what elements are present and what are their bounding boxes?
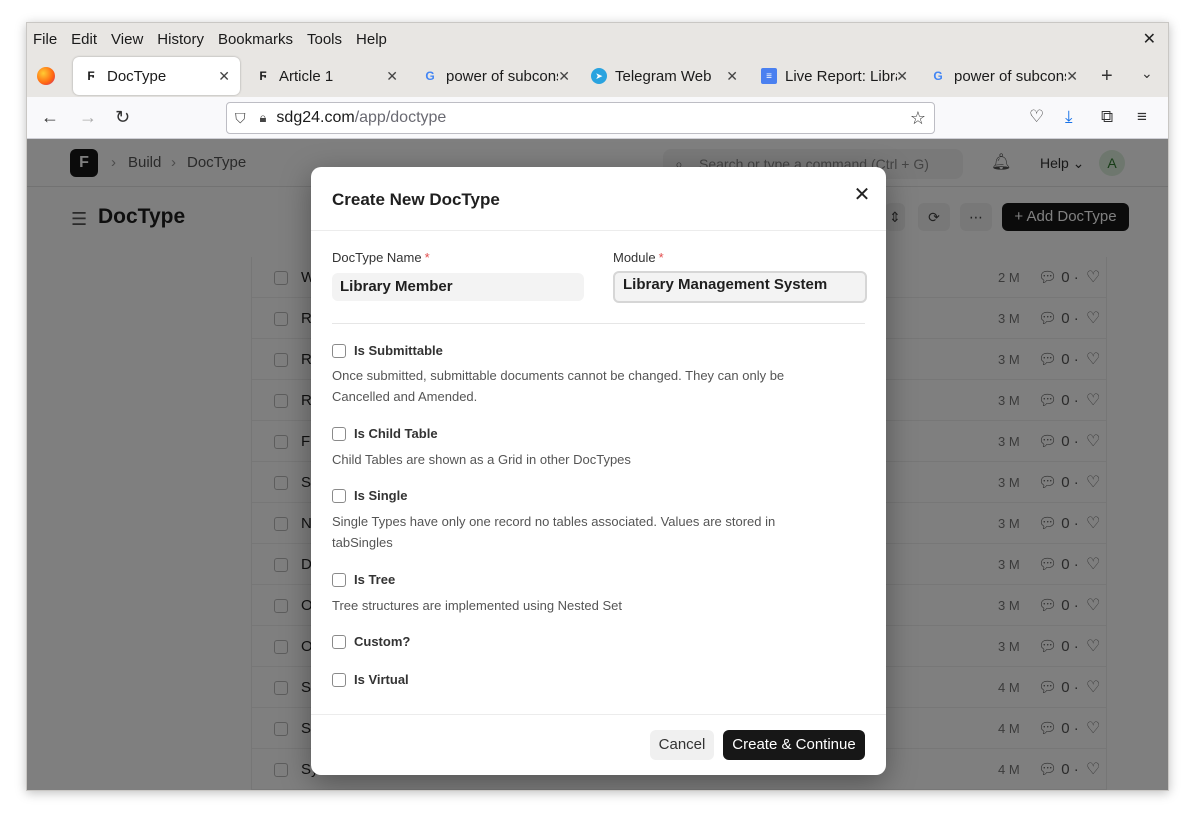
tab-telegram[interactable]: ➤ Telegram Web ✕: [581, 57, 748, 95]
tab-title: DocType: [107, 67, 167, 85]
tab-article[interactable]: Ϝ Article 1 ✕: [245, 57, 408, 95]
is-single-description: Single Types have only one record no tab…: [332, 514, 776, 550]
module-input[interactable]: Library Management System: [613, 271, 867, 303]
close-icon[interactable]: ✕: [850, 183, 874, 207]
shield-icon[interactable]: ⛉: [235, 110, 246, 127]
tab-close-icon[interactable]: ✕: [558, 68, 570, 85]
tab-close-icon[interactable]: ✕: [1066, 68, 1078, 85]
firefox-icon[interactable]: [37, 67, 55, 85]
url-host: sdg24.com: [276, 109, 355, 126]
url-path: /app/doctype: [354, 109, 447, 126]
tab-close-icon[interactable]: ✕: [726, 68, 738, 85]
menu-file[interactable]: File: [33, 31, 57, 48]
doctype-name-label: DocType Name *: [332, 250, 430, 265]
lock-icon[interactable]: 🔒︎: [260, 110, 267, 126]
docs-icon: ≡: [761, 68, 777, 84]
nav-bar: ← → ↻ ⛉ 🔒︎ sdg24.com/app/doctype ☆ ♡ ⤓ ⧉…: [27, 97, 1168, 139]
forward-icon[interactable]: →: [79, 107, 97, 128]
is-child-table-label: Is Child Table: [354, 426, 438, 441]
doctype-name-label-text: DocType Name: [332, 250, 422, 265]
modal-title: Create New DocType: [332, 190, 500, 209]
browser-window: File Edit View History Bookmarks Tools H…: [26, 22, 1169, 791]
is-tree-checkbox[interactable]: [332, 572, 346, 587]
frappe-icon: Ϝ: [259, 69, 267, 83]
is-tree-description: Tree structures are implemented using Ne…: [332, 598, 622, 613]
tab-close-icon[interactable]: ✕: [896, 68, 908, 85]
is-child-table-checkbox[interactable]: [332, 426, 346, 441]
tab-google-search[interactable]: G power of subconscious ✕: [412, 57, 580, 95]
is-virtual-label: Is Virtual: [354, 672, 409, 687]
desktop: File Edit View History Bookmarks Tools H…: [0, 0, 1195, 820]
menu-view[interactable]: View: [111, 31, 143, 48]
is-tree-label: Is Tree: [354, 572, 396, 587]
new-tab-icon[interactable]: +: [1101, 65, 1113, 88]
pocket-icon[interactable]: ♡: [1029, 107, 1044, 127]
required-mark: *: [658, 250, 664, 265]
google-icon: G: [933, 69, 943, 83]
divider: [332, 323, 865, 324]
tab-close-icon[interactable]: ✕: [386, 68, 398, 85]
tab-doctype[interactable]: Ϝ DocType ✕: [73, 57, 240, 95]
tab-title: Live Report: Library: [785, 67, 897, 85]
app-menu-icon[interactable]: ≡: [1137, 107, 1147, 127]
required-mark: *: [424, 250, 430, 265]
menu-history[interactable]: History: [157, 31, 204, 48]
is-submittable-label: Is Submittable: [354, 343, 443, 358]
tab-title: Article 1: [279, 67, 334, 85]
modal-header: Create New DocType ✕: [311, 167, 886, 231]
tab-live-report[interactable]: ≡ Live Report: Library ✕: [751, 57, 918, 95]
module-label: Module *: [613, 250, 664, 265]
frappe-icon: Ϝ: [87, 69, 95, 83]
download-icon[interactable]: ⤓: [1065, 107, 1073, 127]
menu-bookmarks[interactable]: Bookmarks: [218, 31, 293, 48]
is-child-table-option[interactable]: Is Child Table: [332, 426, 438, 441]
is-submittable-checkbox[interactable]: [332, 343, 346, 358]
window-close-icon[interactable]: ✕: [1143, 29, 1156, 49]
back-icon[interactable]: ←: [41, 107, 59, 128]
menu-edit[interactable]: Edit: [71, 31, 97, 48]
is-tree-option[interactable]: Is Tree: [332, 572, 395, 587]
module-label-text: Module: [613, 250, 656, 265]
is-single-label: Is Single: [354, 488, 408, 503]
bookmark-star-icon[interactable]: ☆: [910, 108, 926, 129]
url-bar[interactable]: ⛉ 🔒︎ sdg24.com/app/doctype ☆: [226, 102, 935, 134]
is-single-checkbox[interactable]: [332, 488, 346, 503]
create-continue-button[interactable]: Create & Continue: [723, 730, 865, 760]
modal-footer: Cancel Create & Continue: [311, 714, 886, 775]
tab-title: power of subconscious: [954, 67, 1066, 85]
extensions-icon[interactable]: ⧉: [1101, 107, 1113, 127]
tab-bar: Ϝ DocType ✕ Ϝ Article 1 ✕ G power of sub…: [27, 55, 1168, 97]
cancel-button[interactable]: Cancel: [650, 730, 714, 760]
is-virtual-option[interactable]: Is Virtual: [332, 672, 409, 687]
tab-title: power of subconscious: [446, 67, 558, 85]
menubar: File Edit View History Bookmarks Tools H…: [27, 23, 1168, 55]
is-submittable-option[interactable]: Is Submittable: [332, 343, 443, 358]
menu-tools[interactable]: Tools: [307, 31, 342, 48]
tab-title: Telegram Web: [615, 67, 712, 85]
page: F › Build › DocType ⌕ Search or type a c…: [27, 139, 1168, 790]
tab-close-icon[interactable]: ✕: [218, 68, 230, 85]
reload-icon[interactable]: ↻: [115, 107, 130, 128]
custom-checkbox[interactable]: [332, 634, 346, 649]
custom-option[interactable]: Custom?: [332, 634, 410, 649]
menu-help[interactable]: Help: [356, 31, 387, 48]
custom-label: Custom?: [354, 634, 411, 649]
doctype-name-input[interactable]: Library Member: [332, 273, 584, 301]
is-single-option[interactable]: Is Single: [332, 488, 407, 503]
is-virtual-checkbox[interactable]: [332, 672, 346, 687]
google-icon: G: [425, 69, 435, 83]
telegram-icon: ➤: [591, 68, 607, 84]
is-child-table-description: Child Tables are shown as a Grid in othe…: [332, 452, 631, 467]
is-submittable-description: Once submitted, submittable documents ca…: [332, 368, 785, 404]
create-doctype-dialog: Create New DocType ✕ DocType Name * Libra…: [311, 167, 886, 775]
tab-google-search-2[interactable]: G power of subconscious ✕: [920, 57, 1088, 95]
url-text[interactable]: sdg24.com/app/doctype: [276, 109, 446, 127]
chevron-down-icon[interactable]: ⌄: [1141, 65, 1153, 82]
